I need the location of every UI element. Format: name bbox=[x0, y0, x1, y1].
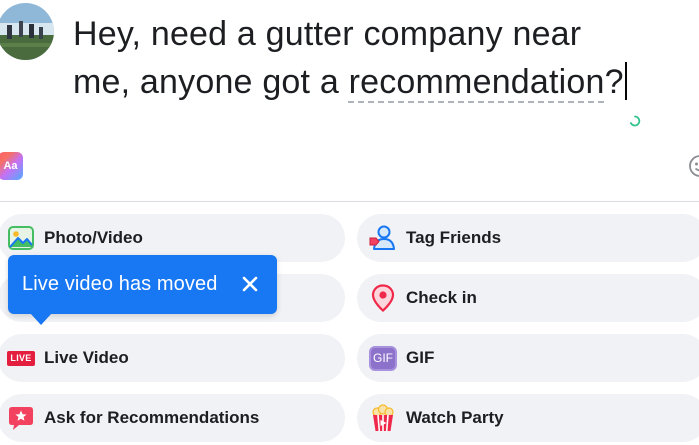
live-video-moved-tooltip: Live video has moved bbox=[8, 255, 277, 314]
ask-for-recommendations-label: Ask for Recommendations bbox=[44, 408, 260, 427]
composer-text-suffix: ? bbox=[604, 63, 624, 101]
text-caret bbox=[624, 62, 627, 100]
divider bbox=[0, 201, 699, 202]
tooltip-text: Live video has moved bbox=[22, 273, 218, 295]
gif-button[interactable]: GIF GIF bbox=[357, 334, 699, 382]
gif-badge: GIF bbox=[369, 345, 397, 371]
live-badge: LIVE bbox=[7, 350, 35, 366]
tooltip-arrow bbox=[30, 313, 52, 325]
tag-friends-button[interactable]: Tag Friends bbox=[357, 214, 699, 262]
watch-party-label: Watch Party bbox=[406, 408, 504, 427]
check-in-label: Check in bbox=[406, 288, 477, 307]
loading-spinner-icon bbox=[629, 114, 641, 127]
popcorn-icon bbox=[369, 404, 397, 432]
photo-video-label: Photo/Video bbox=[44, 228, 143, 247]
ask-for-recommendations-button[interactable]: Ask for Recommendations bbox=[0, 394, 345, 442]
close-icon[interactable] bbox=[240, 274, 260, 294]
text-format-icon[interactable]: Aa bbox=[0, 152, 23, 180]
emoji-icon[interactable] bbox=[689, 155, 699, 177]
gif-label: GIF bbox=[406, 348, 435, 367]
text-format-label: Aa bbox=[3, 160, 18, 172]
live-video-label: Live Video bbox=[44, 348, 129, 367]
photo-icon bbox=[7, 224, 35, 252]
composer-text-line-1: Hey, need a gutter company near bbox=[73, 15, 582, 53]
location-pin-icon bbox=[369, 284, 397, 312]
gif-icon: GIF bbox=[369, 344, 397, 372]
composer-text-line-2: me, anyone got a recommendation? bbox=[73, 58, 683, 106]
tag-friends-icon bbox=[369, 224, 397, 252]
composer-text-prefix: me, anyone got a bbox=[73, 63, 349, 101]
post-composer-input[interactable]: Hey, need a gutter company near me, anyo… bbox=[73, 10, 683, 106]
live-video-button[interactable]: LIVE Live Video bbox=[0, 334, 345, 382]
misspelled-word[interactable]: recommendation bbox=[349, 63, 605, 101]
live-badge-icon: LIVE bbox=[7, 344, 35, 372]
recommendation-icon bbox=[7, 404, 35, 432]
check-in-button[interactable]: Check in bbox=[357, 274, 699, 322]
tag-friends-label: Tag Friends bbox=[406, 228, 502, 247]
watch-party-button[interactable]: Watch Party bbox=[357, 394, 699, 442]
avatar[interactable] bbox=[0, 3, 54, 60]
